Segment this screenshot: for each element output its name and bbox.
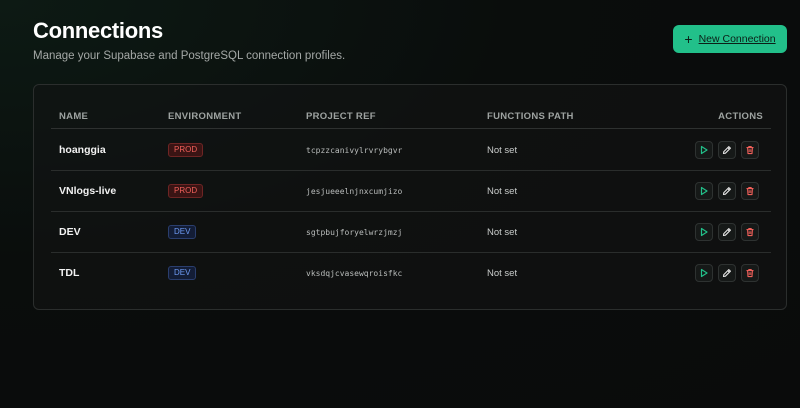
table-header: NAME ENVIRONMENT PROJECT REF FUNCTIONS P… [51, 107, 771, 129]
column-header-environment: ENVIRONMENT [168, 111, 242, 122]
row-actions [695, 171, 759, 211]
edit-button[interactable] [718, 141, 736, 159]
trash-icon [745, 227, 755, 237]
delete-button[interactable] [741, 264, 759, 282]
connections-page: Connections Manage your Supabase and Pos… [0, 0, 800, 408]
environment-cell: DEV [168, 253, 197, 293]
functions-path: Not set [487, 185, 518, 197]
connect-button[interactable] [695, 264, 713, 282]
edit-icon [722, 227, 732, 237]
connect-button[interactable] [695, 223, 713, 241]
table-row: VNlogs-live PROD jesjueeelnjnxcumjizo Not s… [51, 171, 771, 212]
delete-button[interactable] [741, 223, 759, 241]
page-title: Connections [33, 18, 163, 43]
edit-button[interactable] [718, 182, 736, 200]
delete-button[interactable] [741, 141, 759, 159]
table-row: TDL DEV vksdqjcvasewqroisfkc Not set [51, 253, 771, 294]
table-row: DEV DEV sgtpbujforyelwrzjmzj Not set [51, 212, 771, 253]
edit-button[interactable] [718, 223, 736, 241]
environment-badge: DEV [168, 266, 197, 280]
column-header-functions-path: FUNCTIONS PATH [487, 111, 574, 122]
play-icon [699, 186, 709, 196]
trash-icon [745, 145, 755, 155]
environment-badge: DEV [168, 225, 197, 239]
row-actions [695, 212, 759, 252]
new-connection-label: New Connection [698, 33, 776, 45]
environment-badge: PROD [168, 184, 204, 198]
plus-icon: + [684, 30, 693, 47]
column-header-name: NAME [59, 111, 89, 122]
new-connection-button[interactable]: + New Connection [673, 25, 787, 53]
trash-icon [745, 186, 755, 196]
edit-button[interactable] [718, 264, 736, 282]
environment-cell: DEV [168, 212, 197, 252]
edit-icon [722, 268, 732, 278]
play-icon [699, 268, 709, 278]
delete-button[interactable] [741, 182, 759, 200]
connections-table: NAME ENVIRONMENT PROJECT REF FUNCTIONS P… [33, 84, 787, 310]
edit-icon [722, 186, 732, 196]
column-header-project-ref: PROJECT REF [306, 111, 376, 122]
row-actions [695, 253, 759, 293]
connect-button[interactable] [695, 141, 713, 159]
column-header-actions: ACTIONS [718, 111, 763, 122]
environment-cell: PROD [168, 130, 204, 170]
trash-icon [745, 268, 755, 278]
connection-name: hoanggia [59, 144, 106, 156]
connect-button[interactable] [695, 182, 713, 200]
project-ref: tcpzzcanivylrvrybgvr [306, 145, 403, 155]
row-actions [695, 130, 759, 170]
project-ref: jesjueeelnjnxcumjizo [306, 186, 403, 196]
page-subtitle: Manage your Supabase and PostgreSQL conn… [33, 50, 346, 62]
functions-path: Not set [487, 267, 518, 279]
connection-name: TDL [59, 267, 80, 279]
functions-path: Not set [487, 144, 518, 156]
connection-name: VNlogs-live [59, 185, 117, 197]
environment-cell: PROD [168, 171, 204, 211]
edit-icon [722, 145, 732, 155]
functions-path: Not set [487, 226, 518, 238]
project-ref: vksdqjcvasewqroisfkc [306, 268, 403, 278]
play-icon [699, 227, 709, 237]
play-icon [699, 145, 709, 155]
connection-name: DEV [59, 226, 81, 238]
table-row: hoanggia PROD tcpzzcanivylrvrybgvr Not set [51, 130, 771, 171]
project-ref: sgtpbujforyelwrzjmzj [306, 227, 403, 237]
environment-badge: PROD [168, 143, 204, 157]
